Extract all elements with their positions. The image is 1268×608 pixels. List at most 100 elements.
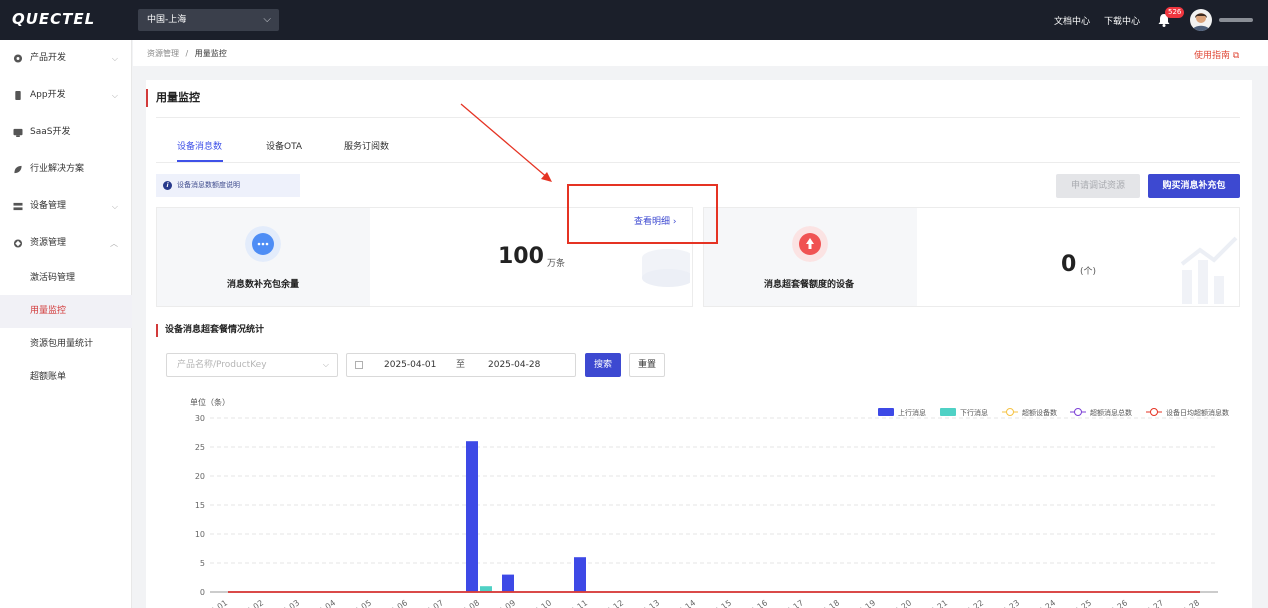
sidebar-item-label: 资源管理: [30, 238, 67, 248]
external-link-icon: ⧉: [1232, 51, 1240, 61]
sidebar-item-product-dev[interactable]: 产品开发 ⌵: [0, 40, 132, 77]
overage-chart: 单位（条） 0 5 10 15 20 25 30 04-01 04-02 04-03 04-04 04-…: [190, 397, 1229, 608]
chevron-down-icon: ⌵: [263, 14, 271, 25]
breadcrumb: 资源管理 / 用量监控: [147, 48, 227, 59]
username-masked[interactable]: [1219, 18, 1253, 22]
x-tick-label: 04-23: [997, 598, 1021, 608]
y-tick-label: 0: [200, 588, 205, 597]
date-end[interactable]: 2025-04-28: [488, 354, 540, 376]
region-label: 中国-上海: [147, 15, 187, 25]
product-select-placeholder: 产品名称/ProductKey: [177, 360, 267, 370]
overage-stats-section-title: 设备消息超套餐情况统计: [156, 324, 264, 337]
x-tick-label: 04-05: [349, 598, 373, 608]
trend-chart-decoration-icon: [1180, 236, 1238, 304]
apply-debug-resource-button[interactable]: 申请调试资源: [1056, 174, 1140, 198]
legend-label: 超额设备数: [1022, 408, 1057, 417]
sidebar-item-app-dev[interactable]: App开发 ⌵: [0, 77, 132, 114]
y-axis-label: 单位（条）: [190, 397, 230, 407]
breadcrumb-parent[interactable]: 资源管理: [147, 49, 179, 58]
quectel-logo[interactable]: QUECTEL: [12, 10, 95, 28]
sidebar-sub-usage-monitor[interactable]: 用量监控: [0, 295, 132, 328]
sidebar-sub-activation[interactable]: 激活码管理: [0, 262, 132, 295]
x-tick-label: 04-04: [313, 598, 337, 608]
sidebar-sub-overage-bill[interactable]: 超额账单: [0, 361, 132, 394]
package-remaining-label: 消息数补充包余量: [227, 280, 300, 290]
legend-label: 下行消息: [960, 408, 988, 417]
legend-label: 上行消息: [898, 408, 926, 417]
server-icon: [13, 128, 23, 137]
overage-devices-unit: (个): [1080, 267, 1097, 277]
x-tick-label: 04-07: [421, 598, 445, 608]
download-link[interactable]: 下载中心: [1104, 14, 1140, 27]
x-tick-label: 04-14: [673, 598, 697, 608]
x-tick-label: 04-11: [565, 598, 589, 608]
x-tick-label: 04-19: [853, 598, 877, 608]
legend-marker-设备日均超额消息数: [1150, 408, 1158, 416]
buy-message-package-button[interactable]: 购买消息补充包: [1148, 174, 1240, 198]
chevron-up-icon: ︿: [110, 239, 118, 248]
usage-guide-link[interactable]: 使用指南 ⧉: [1194, 48, 1239, 61]
product-select[interactable]: 产品名称/ProductKey ⌵: [166, 353, 338, 377]
phone-icon: [15, 91, 21, 100]
bar-上行消息-04-08: [466, 441, 478, 592]
overage-devices-label: 消息超套餐额度的设备: [764, 280, 855, 290]
chevron-down-icon: ⌵: [322, 360, 329, 369]
region-select[interactable]: 中国-上海 ⌵: [138, 9, 279, 31]
x-tick-label: 04-27: [1141, 598, 1165, 608]
breadcrumb-separator: /: [185, 49, 189, 58]
tab-device-messages[interactable]: 设备消息数: [177, 139, 222, 152]
y-tick-label: 5: [200, 559, 205, 568]
device-icon: [13, 202, 23, 211]
date-range-picker[interactable]: 2025-04-01 至 2025-04-28: [346, 353, 576, 377]
y-tick-label: 10: [195, 530, 205, 539]
legend-label: 超额消息总数: [1090, 408, 1132, 417]
tab-service-subscriptions[interactable]: 服务订阅数: [344, 139, 389, 152]
date-start[interactable]: 2025-04-01: [384, 354, 436, 376]
sidebar: 产品开发 ⌵ App开发 ⌵ SaaS开发 行业解决方案 设备管理 ⌵ 资源管理…: [0, 40, 132, 608]
sidebar-sub-package-stats[interactable]: 资源包用量统计: [0, 328, 132, 361]
search-button[interactable]: 搜索: [585, 353, 621, 377]
reset-button[interactable]: 重置: [629, 353, 665, 377]
avatar[interactable]: [1190, 9, 1212, 31]
sidebar-item-device-mgmt[interactable]: 设备管理 ⌵: [0, 188, 132, 225]
user-avatar-icon: [1192, 13, 1210, 31]
tab-device-ota[interactable]: 设备OTA: [266, 139, 302, 152]
chevron-down-icon: ⌵: [111, 202, 118, 211]
docs-link[interactable]: 文档中心: [1054, 14, 1090, 27]
y-tick-label: 20: [195, 472, 205, 481]
x-tick-label: 04-21: [925, 598, 949, 608]
legend-marker-超额消息总数: [1074, 408, 1082, 416]
page-title: 用量监控: [146, 89, 200, 107]
breadcrumb-bar: [133, 40, 1268, 66]
overage-devices-value: 0: [1061, 252, 1077, 277]
legend-swatch-下行消息: [940, 408, 956, 416]
quota-info-link[interactable]: i 设备消息数额度说明: [156, 174, 300, 197]
package-remaining-value: 100: [498, 244, 544, 269]
divider: [156, 117, 1240, 118]
x-tick-label: 04-09: [493, 598, 517, 608]
legend-swatch-上行消息: [878, 408, 894, 416]
x-tick-label: 04-12: [601, 598, 625, 608]
bar-下行消息-04-08: [480, 586, 492, 592]
package-remaining-unit: 万条: [547, 259, 566, 269]
top-bar: QUECTEL 中国-上海 ⌵ 文档中心 下载中心 526: [0, 0, 1268, 40]
coin-stack-decoration-icon: [642, 249, 690, 287]
x-tick-label: 04-13: [637, 598, 661, 608]
sidebar-item-industry[interactable]: 行业解决方案: [0, 151, 132, 188]
message-bubble-icon: [245, 226, 281, 262]
chevron-down-icon: ⌵: [111, 54, 118, 63]
bar-上行消息-04-09: [502, 574, 514, 592]
x-tick-label: 04-22: [961, 598, 985, 608]
legend-marker-超额设备数: [1006, 408, 1014, 416]
date-separator: 至: [456, 360, 466, 370]
x-tick-label: 04-16: [745, 598, 769, 608]
sidebar-item-resource-mgmt[interactable]: 资源管理 ︿: [0, 225, 132, 262]
x-tick-label: 04-20: [889, 598, 913, 608]
x-tick-label: 04-25: [1069, 598, 1093, 608]
x-tick-label: 04-02: [241, 598, 265, 608]
annotation-highlight-box: [567, 184, 718, 244]
x-tick-label: 04-15: [709, 598, 733, 608]
sidebar-item-saas-dev[interactable]: SaaS开发: [0, 114, 132, 151]
x-tick-label: 04-10: [529, 598, 553, 608]
sidebar-item-label: 行业解决方案: [30, 164, 85, 174]
